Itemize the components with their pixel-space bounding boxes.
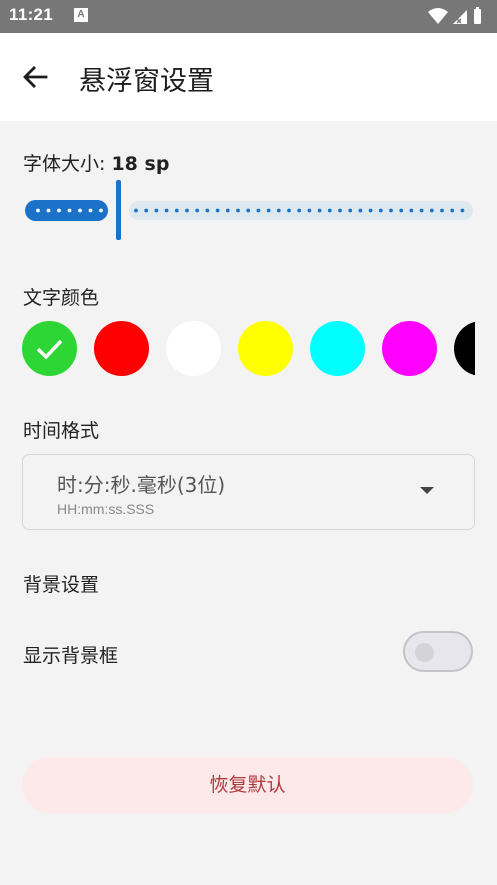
- wifi-icon: [428, 8, 448, 24]
- color-swatch[interactable]: [310, 321, 365, 376]
- status-time: 11:21: [9, 5, 54, 24]
- dropdown-arrow-icon: [420, 487, 434, 494]
- font-size-value: 18 sp: [111, 153, 170, 175]
- font-size-label: 字体大小: 18 sp: [23, 149, 169, 176]
- color-swatch[interactable]: [382, 321, 437, 376]
- notification-a-icon: A: [74, 8, 88, 22]
- show-frame-label: 显示背景框: [23, 645, 119, 667]
- font-size-slider[interactable]: [24, 180, 474, 240]
- show-frame-toggle[interactable]: [403, 631, 473, 672]
- signal-icon: [453, 10, 467, 24]
- background-settings-label: 背景设置: [23, 574, 100, 596]
- color-swatch[interactable]: [166, 321, 221, 376]
- app-bar: 悬浮窗设置: [0, 33, 497, 121]
- back-button[interactable]: [20, 63, 56, 93]
- page-title: 悬浮窗设置: [79, 66, 214, 97]
- color-swatch[interactable]: [454, 321, 475, 376]
- status-bar: 11:21 A: [0, 0, 497, 33]
- font-size-label-text: 字体大小:: [23, 153, 112, 175]
- arrow-back-icon: [23, 66, 48, 88]
- slider-thumb: [116, 180, 121, 240]
- battery-icon: [474, 7, 481, 24]
- time-format-selected: 时:分:秒.毫秒(3位): [57, 473, 226, 497]
- time-format-label: 时间格式: [23, 420, 100, 442]
- toggle-knob: [415, 643, 434, 662]
- status-icons: [427, 6, 487, 26]
- reset-default-button[interactable]: 恢复默认: [22, 757, 473, 813]
- time-format-pattern: HH:mm:ss.SSS: [57, 501, 155, 517]
- check-icon: [36, 339, 63, 360]
- color-swatch[interactable]: [238, 321, 293, 376]
- color-swatch[interactable]: [22, 321, 77, 376]
- color-swatch[interactable]: [94, 321, 149, 376]
- time-format-dropdown[interactable]: 时:分:秒.毫秒(3位) HH:mm:ss.SSS: [22, 454, 475, 530]
- text-color-label: 文字颜色: [23, 287, 100, 309]
